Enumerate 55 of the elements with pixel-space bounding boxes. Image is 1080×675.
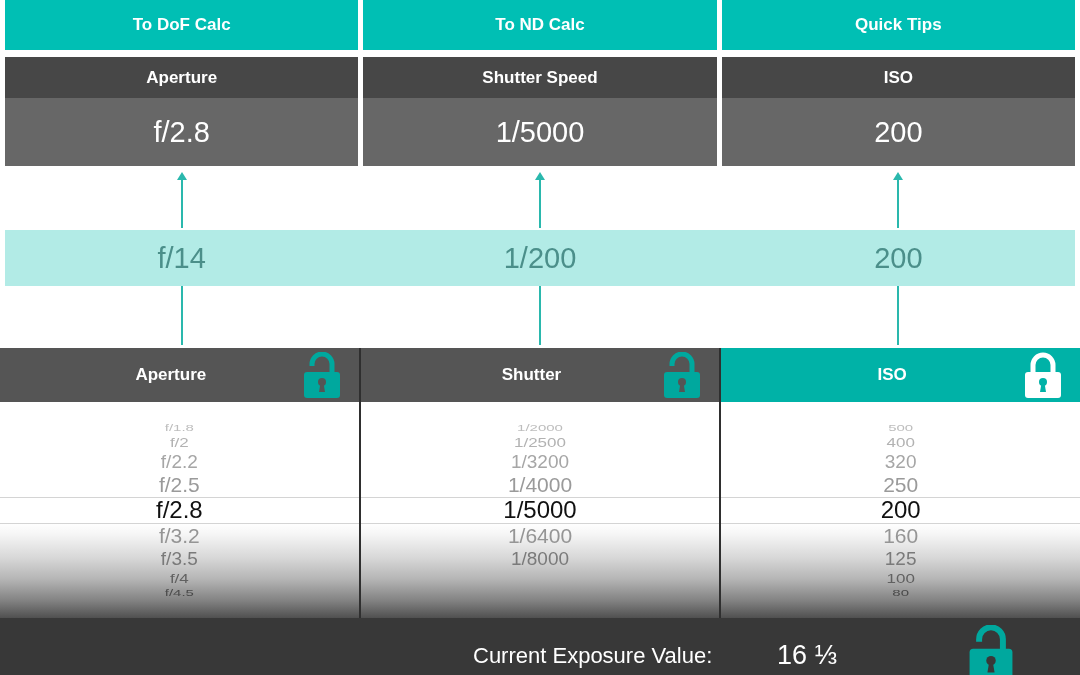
- up-arrow: [534, 172, 546, 228]
- picker-option[interactable]: f/4.5: [164, 588, 194, 597]
- open-lock-icon[interactable]: [662, 352, 703, 398]
- result-label: Shutter Speed: [363, 57, 717, 98]
- exposure-value: 16 ⅓: [777, 640, 839, 672]
- picker-wheel[interactable]: f/1.8 f/2 f/2.2 f/2.5 f/2.8 f/3.2 f/3.5 f/4 f/4.5: [0, 402, 359, 618]
- picker-wheel[interactable]: 500 400 320 250 200 160 125 100 80: [721, 402, 1080, 618]
- picker-option[interactable]: f/3.5: [160, 549, 198, 568]
- picker-option[interactable]: f/2.2: [160, 452, 198, 471]
- up-arrow: [175, 172, 188, 228]
- picker-option[interactable]: 500: [888, 423, 914, 432]
- picker-option[interactable]: 1/5000: [360, 496, 720, 524]
- result-label: ISO: [721, 57, 1075, 98]
- result-value: 1/5000: [363, 98, 717, 166]
- picker-option[interactable]: 80: [892, 588, 909, 597]
- metered-value: f/14: [157, 241, 206, 275]
- open-lock-icon[interactable]: [301, 352, 342, 398]
- picker-option[interactable]: 320: [884, 452, 917, 471]
- picker-option[interactable]: 1/4000: [507, 474, 573, 495]
- connector-line: [180, 286, 183, 345]
- result-value: f/2.8: [5, 98, 359, 166]
- exposure-label: Current Exposure Value:: [473, 643, 714, 670]
- picker-option[interactable]: 250: [883, 474, 919, 495]
- open-lock-icon[interactable]: [967, 625, 1015, 675]
- result-label: Aperture: [5, 57, 359, 98]
- picker-option[interactable]: 1/2000: [517, 423, 563, 432]
- picker-option[interactable]: f/2.8: [0, 496, 359, 524]
- picker-option[interactable]: f/1.8: [164, 423, 194, 432]
- up-arrow: [892, 172, 905, 228]
- nav-button[interactable]: To ND Calc: [363, 0, 717, 50]
- picker-option[interactable]: 100: [886, 571, 915, 585]
- picker-title: ISO: [877, 365, 907, 385]
- picker-option[interactable]: 200: [721, 496, 1080, 524]
- picker-option[interactable]: f/4: [169, 571, 189, 585]
- picker-option[interactable]: f/3.2: [158, 525, 200, 546]
- picker-option[interactable]: 1/8000: [510, 549, 570, 568]
- picker-option[interactable]: f/2: [169, 435, 189, 449]
- picker-option[interactable]: 125: [884, 549, 917, 568]
- picker-option[interactable]: 1/3200: [510, 452, 570, 471]
- result-value: 200: [721, 98, 1075, 166]
- picker-title: Shutter: [501, 365, 562, 385]
- picker-wheel[interactable]: 1/2000 1/2500 1/3200 1/4000 1/5000 1/6400 1/8000: [360, 402, 720, 618]
- picker-title: Aperture: [135, 365, 207, 385]
- picker-option[interactable]: 1/2500: [514, 435, 566, 449]
- picker-option[interactable]: 160: [883, 525, 919, 546]
- connector-line: [539, 286, 541, 345]
- metered-value: 200: [874, 241, 923, 275]
- metered-value: 1/200: [503, 241, 577, 275]
- picker-option[interactable]: 400: [886, 435, 915, 449]
- connector-line: [897, 286, 900, 345]
- nav-button[interactable]: Quick Tips: [721, 0, 1075, 50]
- picker-option[interactable]: 1/6400: [507, 525, 573, 546]
- picker-option[interactable]: f/2.5: [158, 474, 200, 495]
- closed-lock-icon[interactable]: [1023, 352, 1063, 398]
- nav-button[interactable]: To DoF Calc: [5, 0, 359, 50]
